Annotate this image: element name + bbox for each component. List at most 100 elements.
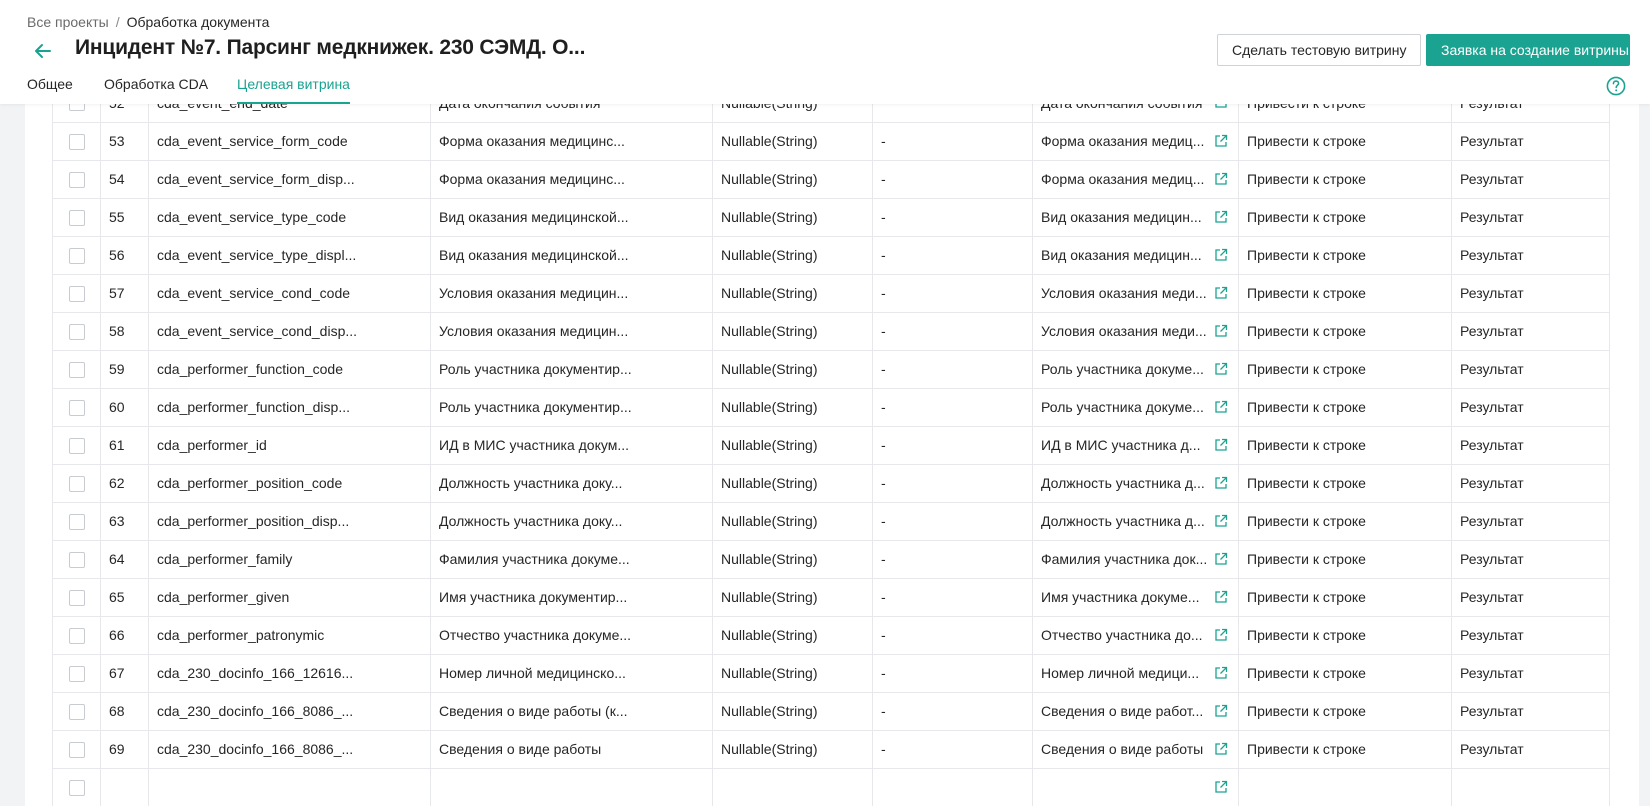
external-link-icon[interactable]: [1214, 134, 1228, 148]
row-number: 61: [100, 426, 149, 465]
row-checkbox[interactable]: [69, 475, 85, 492]
row-checkbox[interactable]: [69, 513, 85, 530]
field-type: Nullable(String): [712, 464, 873, 503]
field-type: Nullable(String): [712, 578, 873, 617]
table-row[interactable]: 60 cda_performer_function_disp... Роль у…: [52, 388, 1610, 427]
external-link-icon[interactable]: [1214, 476, 1228, 490]
row-checkbox[interactable]: [69, 171, 85, 188]
row-checkbox[interactable]: [69, 399, 85, 416]
field-description: Роль участника документир...: [430, 388, 713, 427]
table-row[interactable]: [52, 768, 1610, 806]
table-row[interactable]: 57 cda_event_service_cond_code Условия о…: [52, 274, 1610, 313]
table-row[interactable]: 62 cda_performer_position_code Должность…: [52, 464, 1610, 503]
external-link-icon[interactable]: [1214, 628, 1228, 642]
field-description: Форма оказания медицинс...: [430, 122, 713, 161]
field-name: cda_performer_function_code: [148, 350, 431, 389]
table-row[interactable]: 68 cda_230_docinfo_166_8086_... Сведения…: [52, 692, 1610, 731]
row-checkbox[interactable]: [69, 323, 85, 340]
table-row[interactable]: 59 cda_performer_function_code Роль учас…: [52, 350, 1610, 389]
field-default: -: [872, 578, 1033, 617]
external-link-icon[interactable]: [1214, 514, 1228, 528]
table-row[interactable]: 65 cda_performer_given Имя участника док…: [52, 578, 1610, 617]
breadcrumb-all-projects[interactable]: Все проекты: [27, 14, 109, 30]
row-checkbox[interactable]: [69, 627, 85, 644]
external-link-icon[interactable]: [1214, 286, 1228, 300]
field-source: Должность участника д...: [1032, 502, 1239, 541]
field-source-text: Роль участника докуме...: [1041, 399, 1204, 415]
table-row[interactable]: 69 cda_230_docinfo_166_8086_... Сведения…: [52, 730, 1610, 769]
field-source: Форма оказания медиц...: [1032, 122, 1239, 161]
row-checkbox[interactable]: [69, 361, 85, 378]
external-link-icon[interactable]: [1214, 704, 1228, 718]
field-source: Сведения о виде работы: [1032, 730, 1239, 769]
table-row[interactable]: 63 cda_performer_position_disp... Должно…: [52, 502, 1610, 541]
row-checkbox[interactable]: [69, 551, 85, 568]
row-checkbox[interactable]: [69, 247, 85, 264]
field-target: [1451, 768, 1610, 806]
row-checkbox[interactable]: [69, 589, 85, 606]
tab-cda-processing[interactable]: Обработка CDA: [104, 76, 208, 102]
table-row[interactable]: 64 cda_performer_family Фамилия участник…: [52, 540, 1610, 579]
external-link-icon[interactable]: [1214, 324, 1228, 338]
table-row[interactable]: 55 cda_event_service_type_code Вид оказа…: [52, 198, 1610, 237]
row-checkbox[interactable]: [69, 741, 85, 758]
row-select-cell: [52, 578, 101, 617]
tab-general[interactable]: Общее: [27, 76, 73, 102]
row-checkbox[interactable]: [69, 665, 85, 682]
table-row[interactable]: 66 cda_performer_patronymic Отчество уча…: [52, 616, 1610, 655]
external-link-icon[interactable]: [1214, 590, 1228, 604]
row-number: [100, 768, 149, 806]
table-row[interactable]: 53 cda_event_service_form_code Форма ока…: [52, 122, 1610, 161]
external-link-icon[interactable]: [1214, 248, 1228, 262]
field-type: Nullable(String): [712, 236, 873, 275]
fields-table: 52 cda_event_end_date Дата окончания соб…: [52, 104, 1610, 806]
row-checkbox[interactable]: [69, 104, 85, 112]
field-target: Результат: [1451, 730, 1610, 769]
breadcrumb: Все проекты / Обработка документа: [27, 14, 269, 30]
table-row[interactable]: 54 cda_event_service_form_disp... Форма …: [52, 160, 1610, 199]
field-target: Результат: [1451, 388, 1610, 427]
table-row[interactable]: 61 cda_performer_id ИД в МИС участника д…: [52, 426, 1610, 465]
external-link-icon[interactable]: [1214, 210, 1228, 224]
field-name: cda_event_service_form_code: [148, 122, 431, 161]
field-name: cda_performer_patronymic: [148, 616, 431, 655]
external-link-icon[interactable]: [1214, 666, 1228, 680]
field-type: Nullable(String): [712, 274, 873, 313]
create-mart-request-button[interactable]: Заявка на создание витрины: [1426, 34, 1630, 66]
help-button[interactable]: [1606, 76, 1626, 96]
row-number: 54: [100, 160, 149, 199]
external-link-icon[interactable]: [1214, 362, 1228, 376]
field-source-text: Сведения о виде работы: [1041, 741, 1204, 757]
row-checkbox[interactable]: [69, 703, 85, 720]
row-checkbox[interactable]: [69, 779, 85, 796]
row-checkbox[interactable]: [69, 133, 85, 150]
table-row[interactable]: 56 cda_event_service_type_displ... Вид о…: [52, 236, 1610, 275]
external-link-icon[interactable]: [1214, 742, 1228, 756]
external-link-icon[interactable]: [1214, 438, 1228, 452]
field-target: Результат: [1451, 654, 1610, 693]
external-link-icon[interactable]: [1214, 780, 1228, 794]
row-checkbox[interactable]: [69, 209, 85, 226]
page-header: Все проекты / Обработка документа Инцидент…: [0, 0, 1650, 104]
tab-target-mart[interactable]: Целевая витрина: [237, 76, 350, 104]
field-default: -: [872, 730, 1033, 769]
field-type: Nullable(String): [712, 350, 873, 389]
field-source-text: Вид оказания медицин...: [1041, 247, 1202, 263]
field-target: Результат: [1451, 274, 1610, 313]
external-link-icon[interactable]: [1214, 552, 1228, 566]
field-target: Результат: [1451, 464, 1610, 503]
table-row[interactable]: 58 cda_event_service_cond_disp... Услови…: [52, 312, 1610, 351]
external-link-icon[interactable]: [1214, 400, 1228, 414]
row-checkbox[interactable]: [69, 285, 85, 302]
table-row[interactable]: 52 cda_event_end_date Дата окончания соб…: [52, 104, 1610, 123]
field-default: -: [872, 312, 1033, 351]
row-checkbox[interactable]: [69, 437, 85, 454]
field-description: Условия оказания медицин...: [430, 312, 713, 351]
back-button[interactable]: [30, 38, 56, 64]
make-test-mart-button[interactable]: Сделать тестовую витрину: [1217, 34, 1421, 66]
external-link-icon[interactable]: [1214, 104, 1228, 109]
table-row[interactable]: 67 cda_230_docinfo_166_12616... Номер ли…: [52, 654, 1610, 693]
field-name: cda_performer_position_code: [148, 464, 431, 503]
external-link-icon[interactable]: [1214, 172, 1228, 186]
field-name: cda_event_service_type_displ...: [148, 236, 431, 275]
